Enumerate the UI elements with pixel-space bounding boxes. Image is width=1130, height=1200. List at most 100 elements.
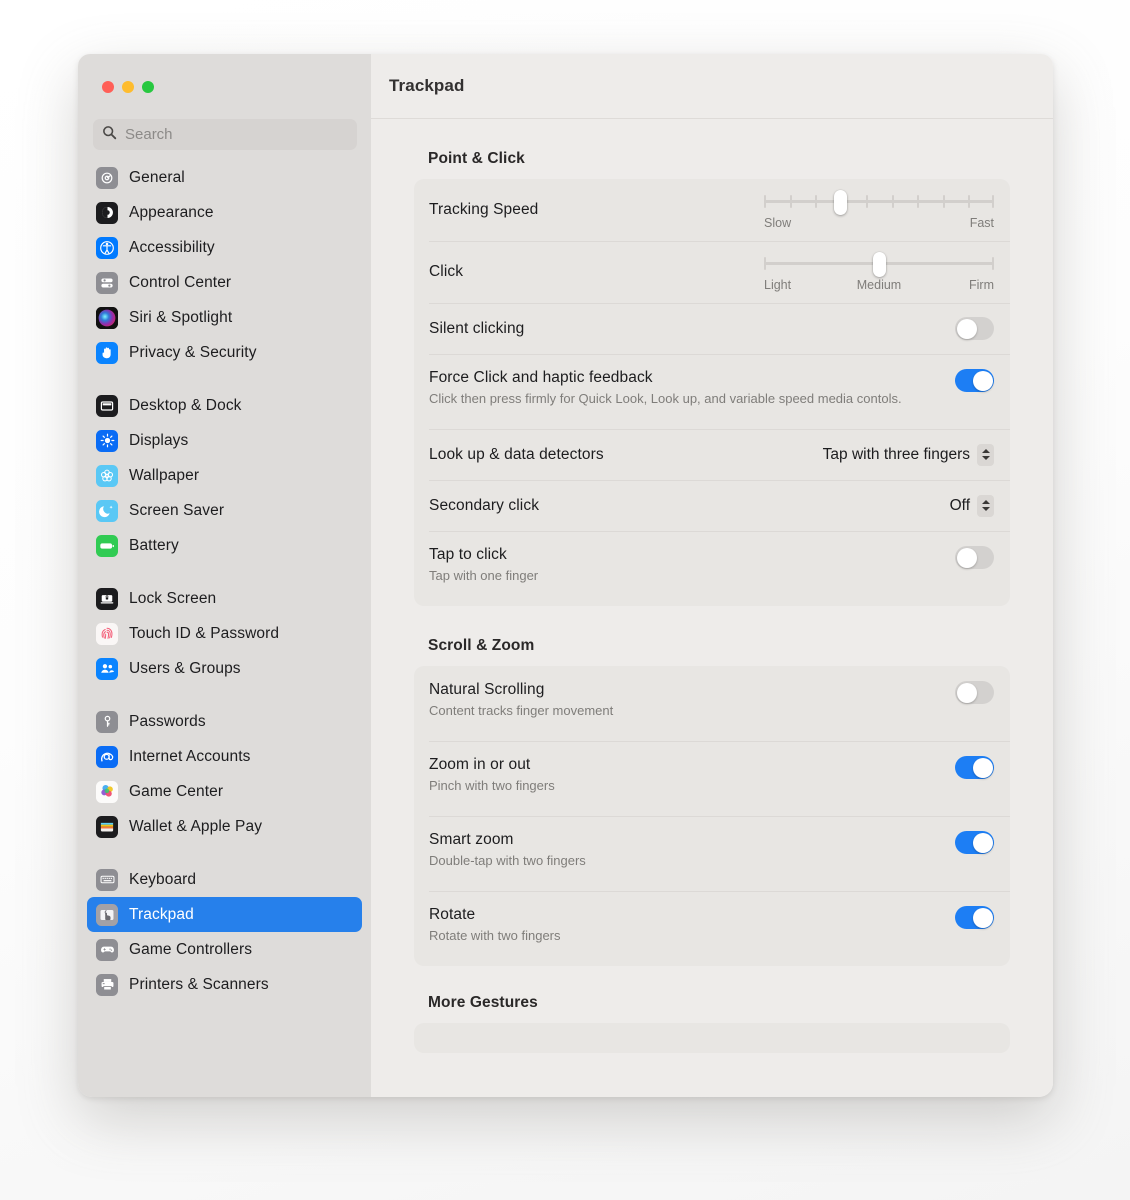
- minimize-window-button[interactable]: [122, 81, 134, 93]
- rotate-toggle[interactable]: [955, 906, 994, 929]
- natural-scrolling-toggle[interactable]: [955, 681, 994, 704]
- row-title: Silent clicking: [429, 319, 525, 337]
- slider-thumb[interactable]: [834, 190, 848, 215]
- row-subtitle: Rotate with two fingers: [429, 928, 561, 943]
- sidebar-item-accessibility[interactable]: Accessibility: [87, 230, 362, 265]
- sidebar-item-users-groups[interactable]: Users & Groups: [87, 651, 362, 686]
- slider-labels: Light Medium Firm: [764, 278, 994, 293]
- row-text: Rotate Rotate with two fingers: [429, 891, 955, 954]
- toggle-knob: [972, 757, 993, 778]
- sidebar-item-internet-accounts[interactable]: Internet Accounts: [87, 739, 362, 774]
- tracking-speed-slider[interactable]: Slow Fast: [764, 179, 994, 241]
- row-force-click: Force Click and haptic feedback Click th…: [414, 354, 1010, 429]
- row-trailing: [955, 891, 994, 929]
- slider-tick: [789, 195, 792, 208]
- main-pane: Trackpad Point & Click Tracking Speed Sl…: [371, 54, 1053, 1097]
- row-trailing: Slow Fast: [764, 179, 994, 241]
- sidebar-item-trackpad[interactable]: Trackpad: [87, 897, 362, 932]
- slider-tick: [891, 195, 894, 208]
- row-title: Natural Scrolling: [429, 681, 545, 698]
- look-up-popup-button[interactable]: Tap with three fingers: [823, 443, 994, 466]
- sidebar-item-lock-screen[interactable]: Lock Screen: [87, 581, 362, 616]
- tap-to-click-toggle[interactable]: [955, 546, 994, 569]
- row-trailing: Tap with three fingers: [823, 443, 994, 466]
- sidebar-item-touch-id-password[interactable]: Touch ID & Password: [87, 616, 362, 651]
- row-trailing: [955, 317, 994, 340]
- row-tap-to-click: Tap to click Tap with one finger: [414, 531, 1010, 606]
- sidebar-group-2: Desktop & Dock Displays Wallpaper Screen…: [78, 388, 371, 563]
- sidebar-item-game-controllers[interactable]: Game Controllers: [87, 932, 362, 967]
- sidebar-item-keyboard[interactable]: Keyboard: [87, 862, 362, 897]
- slider-label-max: Fast: [969, 216, 994, 230]
- sidebar-item-siri-spotlight[interactable]: Siri & Spotlight: [87, 300, 362, 335]
- wallet-card-icon: [96, 815, 118, 838]
- row-zoom-in-or-out: Zoom in or out Pinch with two fingers: [414, 741, 1010, 816]
- sidebar-item-privacy-security[interactable]: Privacy & Security: [87, 335, 362, 370]
- toggle-knob: [972, 832, 993, 853]
- maximize-window-button[interactable]: [142, 81, 154, 93]
- battery-icon: [96, 534, 118, 557]
- appearance-contrast-icon: [96, 201, 118, 224]
- sidebar-item-label: Passwords: [129, 712, 206, 730]
- sidebar-search-field[interactable]: [93, 119, 357, 150]
- sidebar-item-label: Game Center: [129, 782, 224, 800]
- row-trailing: [955, 666, 994, 704]
- sidebar-item-appearance[interactable]: Appearance: [87, 195, 362, 230]
- sidebar-item-printers-scanners[interactable]: Printers & Scanners: [87, 967, 362, 1002]
- force-click-toggle[interactable]: [955, 369, 994, 392]
- sidebar-nav: General Appearance Accessibility Control…: [78, 160, 371, 1002]
- sidebar-item-screen-saver[interactable]: Screen Saver: [87, 493, 362, 528]
- sidebar-item-displays[interactable]: Displays: [87, 423, 362, 458]
- row-subtitle: Tap with one finger: [429, 568, 539, 583]
- users-group-icon: [96, 657, 118, 680]
- row-text: Natural Scrolling Content tracks finger …: [429, 666, 955, 729]
- zoom-in-or-out-toggle[interactable]: [955, 756, 994, 779]
- slider-label-mid: Medium: [856, 278, 902, 292]
- row-look-up-data-detectors: Look up & data detectors Tap with three …: [414, 429, 1010, 480]
- slider-thumb[interactable]: [872, 252, 886, 277]
- card-scroll-zoom: Natural Scrolling Content tracks finger …: [414, 666, 1010, 966]
- key-icon: [96, 710, 118, 733]
- slider-tick: [866, 195, 869, 208]
- smart-zoom-toggle[interactable]: [955, 831, 994, 854]
- row-text: Zoom in or out Pinch with two fingers: [429, 741, 955, 804]
- close-window-button[interactable]: [102, 81, 114, 93]
- silent-clicking-toggle[interactable]: [955, 317, 994, 340]
- sidebar-item-game-center[interactable]: Game Center: [87, 774, 362, 809]
- sidebar-item-general[interactable]: General: [87, 160, 362, 195]
- privacy-hand-icon: [96, 341, 118, 364]
- card-more-gestures: [414, 1023, 1010, 1053]
- sidebar-item-battery[interactable]: Battery: [87, 528, 362, 563]
- slider-line: [764, 200, 994, 203]
- sidebar-item-label: Accessibility: [129, 238, 215, 256]
- trackpad-hand-icon: [96, 903, 118, 926]
- row-click-pressure: Click Light Medium Firm: [414, 241, 1010, 303]
- sidebar-item-wallpaper[interactable]: Wallpaper: [87, 458, 362, 493]
- click-pressure-slider[interactable]: Light Medium Firm: [764, 241, 994, 303]
- section-heading-scroll-zoom: Scroll & Zoom: [428, 637, 535, 654]
- sidebar-item-wallet-apple-pay[interactable]: Wallet & Apple Pay: [87, 809, 362, 844]
- row-secondary-click: Secondary click Off: [414, 480, 1010, 531]
- desktop-dock-icon: [96, 394, 118, 417]
- sidebar-item-label: General: [129, 168, 185, 186]
- row-smart-zoom: Smart zoom Double-tap with two fingers: [414, 816, 1010, 891]
- sidebar-item-passwords[interactable]: Passwords: [87, 704, 362, 739]
- sidebar-item-label: Control Center: [129, 273, 232, 291]
- sidebar: General Appearance Accessibility: [78, 54, 371, 1097]
- siri-orb-icon: [96, 306, 118, 329]
- sidebar-item-control-center[interactable]: Control Center: [87, 265, 362, 300]
- sidebar-group-4: Passwords Internet Accounts Game Center …: [78, 704, 371, 844]
- secondary-click-popup-button[interactable]: Off: [950, 494, 994, 517]
- row-text: Silent clicking: [429, 311, 955, 347]
- printer-icon: [96, 973, 118, 996]
- sidebar-item-desktop-dock[interactable]: Desktop & Dock: [87, 388, 362, 423]
- sidebar-item-label: Wallet & Apple Pay: [129, 817, 263, 835]
- row-text: Look up & data detectors: [429, 437, 823, 473]
- search-input[interactable]: [125, 126, 348, 143]
- slider-track[interactable]: [764, 252, 994, 277]
- sidebar-item-label: Users & Groups: [129, 659, 241, 677]
- row-natural-scrolling: Natural Scrolling Content tracks finger …: [414, 666, 1010, 741]
- slider-track[interactable]: [764, 190, 994, 215]
- settings-scroll-area[interactable]: Point & Click Tracking Speed Slow Fast C…: [371, 119, 1053, 1097]
- row-title: Secondary click: [429, 496, 540, 514]
